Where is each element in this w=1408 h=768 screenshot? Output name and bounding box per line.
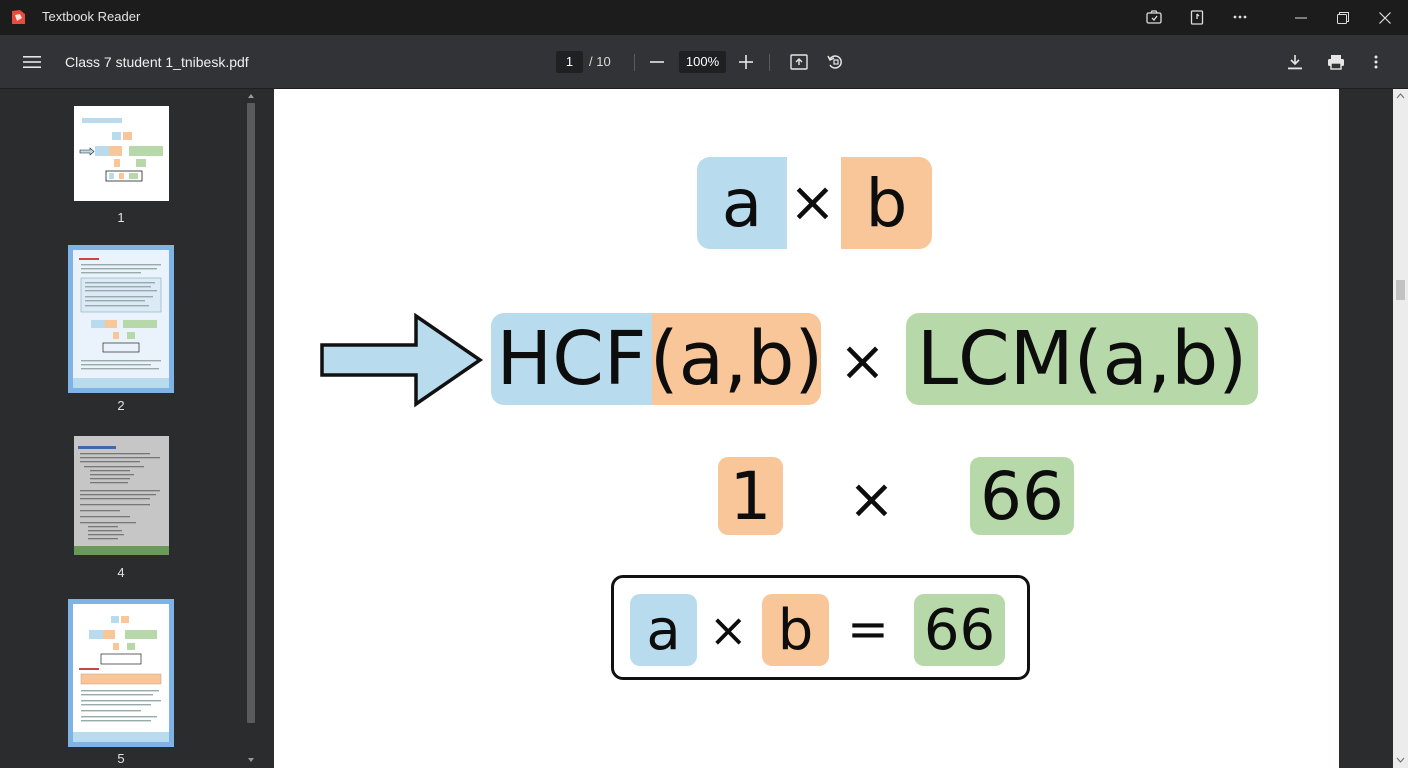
- sidebar-scrollbar-thumb[interactable]: [247, 103, 255, 723]
- page-number-input[interactable]: 1: [556, 51, 583, 73]
- thumbnail-label: 5: [117, 751, 125, 766]
- rotate-icon[interactable]: [821, 49, 849, 75]
- page-total: / 10: [589, 54, 611, 69]
- result-a-box: a: [630, 594, 697, 666]
- thumbnail-label: 1: [117, 210, 125, 225]
- page-thumbnail-selected[interactable]: [68, 599, 174, 747]
- result-b-box: b: [762, 594, 829, 666]
- scroll-up-icon[interactable]: [1396, 93, 1405, 99]
- close-icon[interactable]: [1362, 0, 1408, 35]
- minimize-icon[interactable]: [1278, 0, 1324, 35]
- multiply-sign: ×: [789, 170, 836, 235]
- zoom-level-input[interactable]: 100%: [679, 51, 726, 73]
- screenshot-icon[interactable]: [1142, 6, 1166, 28]
- bookmark-icon[interactable]: [1185, 6, 1209, 28]
- document-title: Class 7 student 1_tnibesk.pdf: [65, 54, 249, 70]
- menu-icon[interactable]: [18, 49, 46, 75]
- thumbnail-preview: [73, 250, 169, 388]
- thumbnail-preview: [79, 118, 163, 182]
- lcm-box: LCM(a,b): [906, 313, 1258, 405]
- restore-icon[interactable]: [1320, 0, 1366, 35]
- pdf-toolbar: Class 7 student 1_tnibesk.pdf 1 / 10 100…: [0, 35, 1408, 89]
- page-thumbnail[interactable]: [74, 436, 169, 555]
- thumbnail-label: 4: [117, 565, 125, 580]
- scroll-down-icon[interactable]: [1396, 757, 1405, 763]
- more-icon[interactable]: [1228, 6, 1252, 28]
- multiply-sign: ×: [839, 329, 886, 394]
- multiply-sign: ×: [848, 467, 895, 532]
- toolbar-divider: [634, 54, 635, 71]
- thumbnail-sidebar: 1 2 4 5: [0, 89, 258, 768]
- zoom-in-icon[interactable]: [732, 49, 760, 75]
- document-scrollbar[interactable]: [1393, 89, 1408, 768]
- hcf-value-box: 1: [718, 457, 783, 535]
- page-thumbnail[interactable]: [74, 106, 169, 201]
- fit-page-icon[interactable]: [785, 49, 813, 75]
- scroll-up-icon[interactable]: [247, 93, 255, 99]
- print-icon[interactable]: [1322, 49, 1350, 75]
- result-value-box: 66: [914, 594, 1005, 666]
- variable-b-box: b: [841, 157, 932, 249]
- zoom-out-icon[interactable]: [643, 49, 671, 75]
- lcm-value-box: 66: [970, 457, 1074, 535]
- download-icon[interactable]: [1281, 49, 1309, 75]
- thumbnail-preview: [74, 436, 169, 555]
- pdf-page: a × b HCF (a,b) × LCM(a,b) 1 × 66 a × b …: [274, 89, 1339, 768]
- toolbar-divider: [769, 54, 770, 71]
- thumbnail-preview: [73, 604, 169, 742]
- thumbnail-label: 2: [117, 398, 125, 413]
- document-viewer: a × b HCF (a,b) × LCM(a,b) 1 × 66 a × b …: [258, 89, 1408, 768]
- multiply-sign: ×: [709, 603, 748, 657]
- sidebar-scrollbar[interactable]: [244, 89, 258, 768]
- hcf-box: HCF: [491, 313, 652, 405]
- hcf-arguments-box: (a,b): [650, 313, 823, 405]
- more-options-icon[interactable]: [1362, 49, 1390, 75]
- equals-sign: =: [847, 600, 889, 658]
- page-thumbnail-selected[interactable]: [68, 245, 174, 393]
- title-bar: Textbook Reader: [0, 0, 1408, 35]
- variable-a-box: a: [697, 157, 787, 249]
- scroll-down-icon[interactable]: [247, 757, 255, 763]
- document-scrollbar-thumb[interactable]: [1396, 280, 1405, 300]
- app-title: Textbook Reader: [42, 9, 141, 24]
- app-logo-icon: [12, 10, 25, 24]
